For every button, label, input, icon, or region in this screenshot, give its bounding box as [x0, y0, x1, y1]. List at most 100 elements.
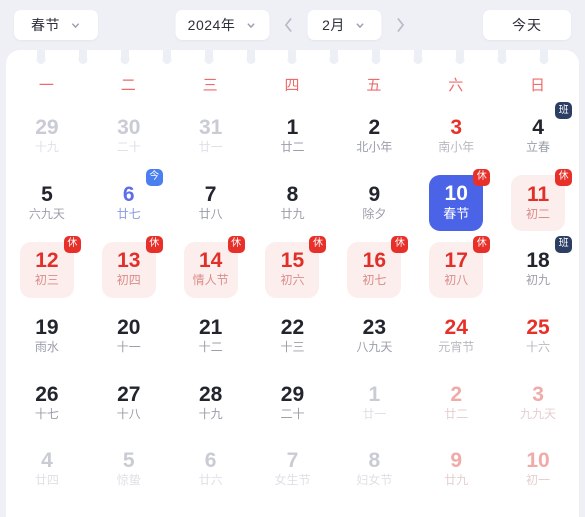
- day-lunar-label: 六九天: [28, 206, 65, 221]
- day-inner: 7 廿八: [184, 175, 238, 231]
- day-inner: 8 廿九: [265, 175, 319, 231]
- calendar-day-cell[interactable]: 7 廿八: [170, 170, 252, 237]
- calendar-day-cell[interactable]: 29 十九: [6, 103, 88, 170]
- month-select[interactable]: 2月: [307, 10, 381, 40]
- calendar-day-cell[interactable]: 28 十九: [170, 370, 252, 437]
- weekday-label: 三: [202, 77, 219, 94]
- calendar-day-cell[interactable]: 3 南小年: [415, 103, 497, 170]
- day-lunar-label: 十二: [198, 340, 223, 355]
- prev-month-button[interactable]: [278, 12, 298, 38]
- chevron-right-icon: [396, 18, 404, 32]
- calendar-day-cell[interactable]: 27 十八: [88, 370, 170, 437]
- day-inner: 9 除夕: [347, 175, 401, 231]
- rest-day-badge: 休: [473, 235, 491, 253]
- calendar-day-cell[interactable]: 10 春节 休: [415, 168, 497, 237]
- chevron-down-icon: [72, 22, 79, 28]
- calendar-day-cell[interactable]: 2 廿二: [415, 370, 497, 437]
- calendar-day-cell[interactable]: 17 初八 休: [415, 235, 497, 303]
- day-inner: 1 廿二: [265, 108, 319, 164]
- rest-day-badge: 休: [227, 235, 245, 253]
- rest-day-badge: 休: [391, 235, 409, 253]
- calendar-day-cell[interactable]: 6 廿七 今: [88, 168, 170, 237]
- day-lunar-label: 十九: [34, 140, 59, 155]
- calendar-day-cell[interactable]: 26 十七: [6, 370, 88, 437]
- day-inner: 3 南小年: [429, 108, 483, 164]
- calendar-day-cell[interactable]: 4 立春 班: [497, 102, 579, 170]
- day-lunar-label: 初六: [280, 273, 305, 288]
- today-button[interactable]: 今天: [483, 10, 571, 40]
- calendar-day-cell[interactable]: 21 十二: [170, 303, 252, 370]
- next-month-button[interactable]: [390, 12, 410, 38]
- day-inner: 15 初六 休: [265, 235, 327, 298]
- month-select-label: 2月: [322, 17, 345, 33]
- calendar-day-cell[interactable]: 7 女生节: [252, 436, 334, 503]
- day-number: 1: [286, 116, 299, 139]
- calendar-day-cell[interactable]: 29 二十: [252, 370, 334, 437]
- year-select[interactable]: 2024年: [175, 10, 269, 40]
- calendar-day-cell[interactable]: 11 初二 休: [497, 168, 579, 237]
- calendar-day-cell[interactable]: 12 初三 休: [6, 235, 88, 303]
- calendar-day-cell[interactable]: 1 廿一: [333, 370, 415, 437]
- calendar-day-cell[interactable]: 10 初一: [497, 436, 579, 503]
- day-number: 7: [204, 182, 217, 206]
- day-inner: 10 春节 休: [429, 168, 491, 231]
- work-day-badge: 班: [555, 235, 573, 253]
- day-number: 21: [198, 315, 223, 339]
- day-number: 22: [280, 315, 305, 339]
- calendar-day-cell[interactable]: 8 廿九: [252, 170, 334, 237]
- day-number: 8: [368, 449, 381, 473]
- calendar-day-cell[interactable]: 6 廿六: [170, 436, 252, 503]
- calendar-day-cell[interactable]: 22 十三: [252, 303, 334, 370]
- day-number: 7: [286, 449, 299, 473]
- calendar-day-cell[interactable]: 8 妇女节: [333, 436, 415, 503]
- day-lunar-label: 廿一: [362, 406, 387, 421]
- rest-day-badge: 休: [473, 168, 491, 186]
- day-lunar-label: 初二: [526, 206, 551, 221]
- day-lunar-label: 廿四: [34, 473, 59, 488]
- rest-day-badge: 休: [63, 235, 81, 253]
- calendar-day-cell[interactable]: 16 初七 休: [333, 235, 415, 303]
- day-inner: 24 元宵节: [429, 308, 483, 364]
- calendar-day-cell[interactable]: 31 廿一: [170, 103, 252, 170]
- day-number: 24: [444, 315, 468, 339]
- calendar-day-cell[interactable]: 30 二十: [88, 103, 170, 170]
- day-inner: 29 十九: [20, 108, 74, 164]
- calendar-day-cell[interactable]: 4 廿四: [6, 436, 88, 503]
- day-inner: 7 女生节: [265, 442, 319, 498]
- calendar-day-cell[interactable]: 5 六九天: [6, 170, 88, 237]
- day-lunar-label: 春节: [443, 206, 470, 222]
- calendar-grid: 29 十九 30 二十 31 廿一 1 廿二 2 北小年 3 南小年 4 立春班 5 六九天 6 廿七今 7 廿八 8 廿…: [6, 102, 579, 503]
- day-inner: 12 初三 休: [19, 235, 81, 298]
- day-number: 30: [117, 116, 141, 139]
- day-lunar-label: 初九: [526, 273, 551, 288]
- calendar-day-cell[interactable]: 19 雨水: [6, 303, 88, 370]
- calendar-day-cell[interactable]: 13 初四 休: [88, 235, 170, 303]
- weekday-label: 一: [38, 77, 55, 94]
- calendar-day-cell[interactable]: 20 十一: [88, 303, 170, 370]
- calendar-day-cell[interactable]: 1 廿二: [252, 103, 334, 170]
- day-inner: 21 十二: [184, 308, 238, 364]
- day-inner: 10 初一: [511, 442, 565, 498]
- day-number: 9: [368, 182, 381, 206]
- day-number: 29: [35, 116, 59, 139]
- calendar-day-cell[interactable]: 9 除夕: [333, 170, 415, 237]
- calendar-day-cell[interactable]: 3 九九天: [497, 370, 579, 437]
- chevron-down-icon: [356, 22, 364, 28]
- day-number: 5: [41, 182, 53, 206]
- day-number: 31: [198, 116, 223, 139]
- day-lunar-label: 女生节: [274, 473, 311, 488]
- calendar-day-cell[interactable]: 2 北小年: [333, 103, 415, 170]
- day-inner: 29 二十: [265, 375, 319, 431]
- day-number: 18: [526, 249, 550, 273]
- day-number: 5: [122, 449, 135, 473]
- calendar-day-cell[interactable]: 18 初九 班: [497, 235, 579, 303]
- festival-select[interactable]: 春节: [14, 10, 98, 40]
- calendar-day-cell[interactable]: 23 八九天: [333, 303, 415, 370]
- calendar-day-cell[interactable]: 5 惊蛰: [88, 436, 170, 503]
- calendar-day-cell[interactable]: 9 廿九: [415, 436, 497, 503]
- calendar-day-cell[interactable]: 14 情人节 休: [170, 235, 252, 303]
- calendar-day-cell[interactable]: 25 十六: [497, 303, 579, 370]
- day-inner: 8 妇女节: [347, 442, 401, 498]
- calendar-day-cell[interactable]: 15 初六 休: [252, 235, 334, 303]
- calendar-day-cell[interactable]: 24 元宵节: [415, 303, 497, 370]
